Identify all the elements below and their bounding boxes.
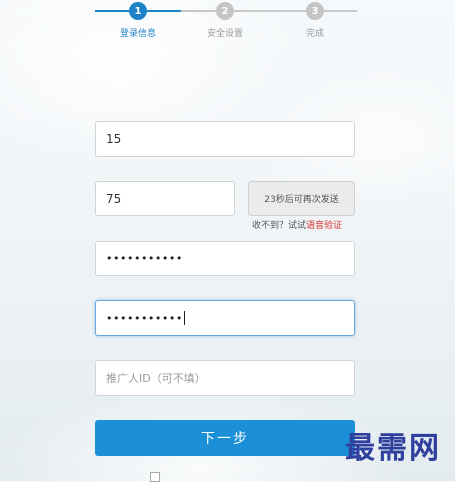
referrer-id-placeholder: 推广人ID（可不填） (106, 372, 206, 385)
text-cursor (183, 311, 185, 325)
step-3-dot: 3 (306, 2, 324, 20)
confirm-password-mask: ••••••••••• (106, 311, 183, 325)
confirm-password-field[interactable]: ••••••••••• (95, 300, 355, 336)
step-3-label: 完成 (305, 29, 325, 39)
next-step-button[interactable]: 下一步 (95, 420, 355, 456)
password-mask: ••••••••••• (106, 252, 183, 265)
voice-verify-link[interactable]: 语音验证 (306, 221, 342, 231)
step-1-dot: 1 (129, 2, 147, 20)
voice-verify-hint: 收不到？试试语音验证 (252, 218, 342, 231)
step-2-label: 安全设置 (206, 29, 244, 39)
step-1-label: 登录信息 (119, 29, 157, 39)
resend-sms-button[interactable]: 23秒后可再次发送 (248, 181, 355, 216)
phone-field[interactable]: 15 (95, 121, 355, 157)
step-2-dot: 2 (216, 2, 234, 20)
password-field[interactable]: ••••••••••• (95, 241, 355, 276)
resend-sms-label: 23秒后可再次发送 (264, 195, 339, 205)
progress-steps: 1 2 3 登录信息 安全设置 完成 (95, 0, 357, 42)
referrer-id-field[interactable]: 推广人ID（可不填） (95, 360, 355, 396)
watermark-logo: 最需网 (345, 431, 441, 466)
next-step-label: 下一步 (201, 431, 249, 447)
verification-code-field[interactable]: 75 (95, 181, 235, 216)
voice-hint-prefix: 收不到？试试 (252, 221, 307, 231)
phone-value: 15 (106, 132, 122, 146)
code-value: 75 (106, 191, 122, 206)
step-line-pending (181, 10, 357, 12)
